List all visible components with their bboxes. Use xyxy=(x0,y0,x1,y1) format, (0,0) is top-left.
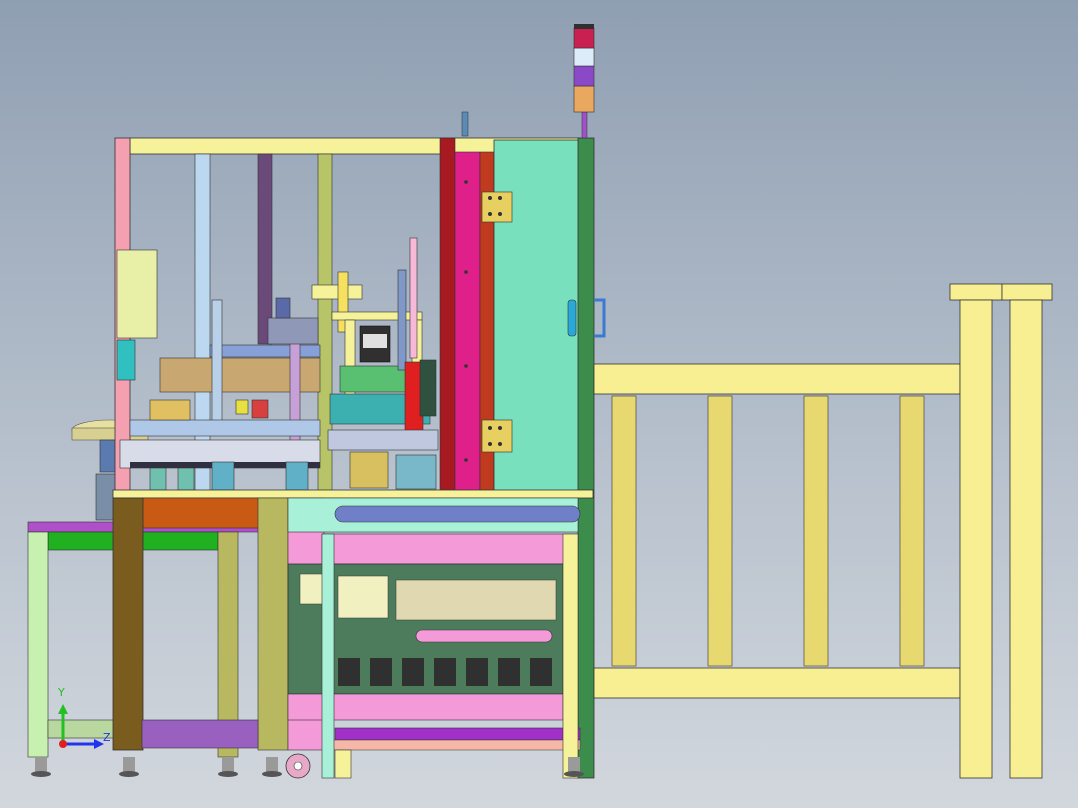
sensor-post xyxy=(461,111,469,137)
z-axis-label: Z xyxy=(103,731,111,744)
door-handle xyxy=(567,299,577,337)
stack-light xyxy=(573,24,595,139)
y-axis-label: Y xyxy=(58,686,65,699)
side-bracket xyxy=(116,339,136,381)
leveling-feet xyxy=(31,753,584,779)
control-box xyxy=(116,249,158,339)
origin-dot xyxy=(59,740,67,748)
conveyor-roller xyxy=(334,505,581,523)
machine-drawing xyxy=(27,24,1053,779)
guard-rail xyxy=(593,283,1053,779)
side-handle xyxy=(594,298,606,338)
valve-row xyxy=(338,658,552,686)
cad-viewport[interactable]: Y Z xyxy=(0,0,1078,808)
